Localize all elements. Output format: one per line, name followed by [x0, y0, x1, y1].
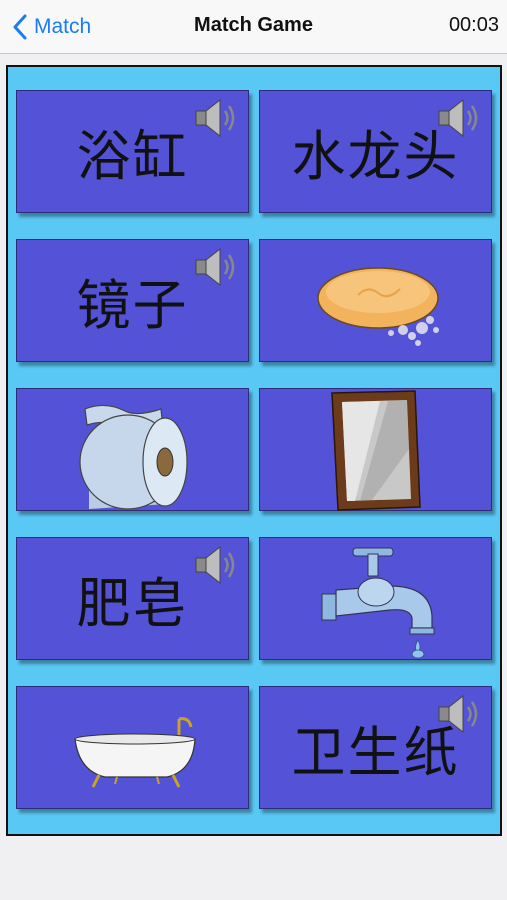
- card-word-soap[interactable]: 肥皂: [16, 537, 249, 660]
- card-image-soap[interactable]: [259, 239, 492, 362]
- speaker-icon[interactable]: [437, 693, 485, 737]
- game-timer: 00:03: [448, 14, 499, 36]
- card-image-mirror[interactable]: [259, 388, 492, 511]
- card-word-toilet-paper[interactable]: 卫生纸: [259, 686, 492, 809]
- speaker-icon[interactable]: [437, 97, 485, 141]
- speaker-icon[interactable]: [194, 544, 242, 588]
- soap-icon: [317, 267, 439, 346]
- speaker-icon[interactable]: [194, 97, 242, 141]
- game-board: 浴缸 水龙头 镜子 肥皂 卫生纸: [6, 65, 502, 836]
- card-word-mirror[interactable]: 镜子: [16, 239, 249, 362]
- mirror-icon: [331, 390, 421, 511]
- card-image-toilet-paper[interactable]: [16, 388, 249, 511]
- bathtub-icon: [74, 717, 196, 788]
- navigation-bar: Match Match Game 00:03: [0, 0, 507, 54]
- card-word-bathtub[interactable]: 浴缸: [16, 90, 249, 213]
- page-title: Match Game: [194, 14, 313, 36]
- speaker-icon[interactable]: [194, 246, 242, 290]
- card-word-faucet[interactable]: 水龙头: [259, 90, 492, 213]
- card-image-faucet[interactable]: [259, 537, 492, 660]
- faucet-icon: [321, 547, 435, 659]
- toilet-paper-icon: [79, 404, 188, 510]
- card-image-bathtub[interactable]: [16, 686, 249, 809]
